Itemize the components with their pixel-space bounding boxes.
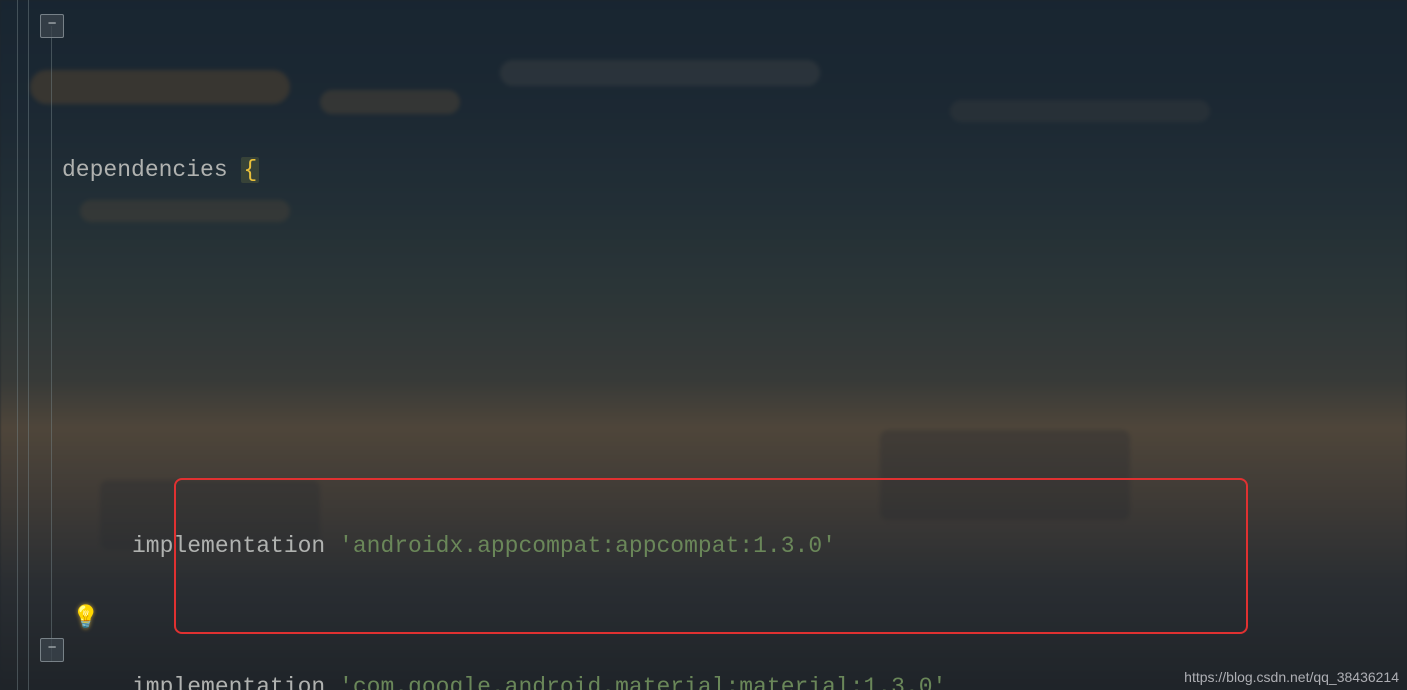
string-literal: 'androidx.appcompat:appcompat:1.3.0'	[339, 533, 836, 559]
blank-line[interactable]	[62, 335, 1407, 382]
fold-toggle-icon[interactable]: −	[40, 638, 64, 662]
gutter-indent-guide	[17, 0, 18, 690]
editor-gutter: − −	[0, 0, 62, 690]
code-area[interactable]: dependencies { implementation 'androidx.…	[62, 0, 1407, 690]
call-name: implementation	[132, 533, 325, 559]
keyword-dependencies: dependencies	[62, 157, 228, 183]
watermark-text: https://blog.csdn.net/qq_38436214	[1184, 668, 1399, 686]
code-editor[interactable]: − − 💡 dependencies { implementation 'and…	[0, 0, 1407, 690]
code-line[interactable]: dependencies {	[62, 147, 1407, 194]
gutter-indent-guide	[28, 0, 29, 690]
call-name: implementation	[132, 674, 325, 690]
code-line[interactable]: implementation 'androidx.appcompat:appco…	[62, 523, 1407, 570]
string-literal: 'com.google.android.material:material:1.…	[339, 674, 946, 690]
brace-open: {	[241, 157, 259, 183]
gutter-indent-guide	[51, 26, 52, 662]
fold-toggle-icon[interactable]: −	[40, 14, 64, 38]
